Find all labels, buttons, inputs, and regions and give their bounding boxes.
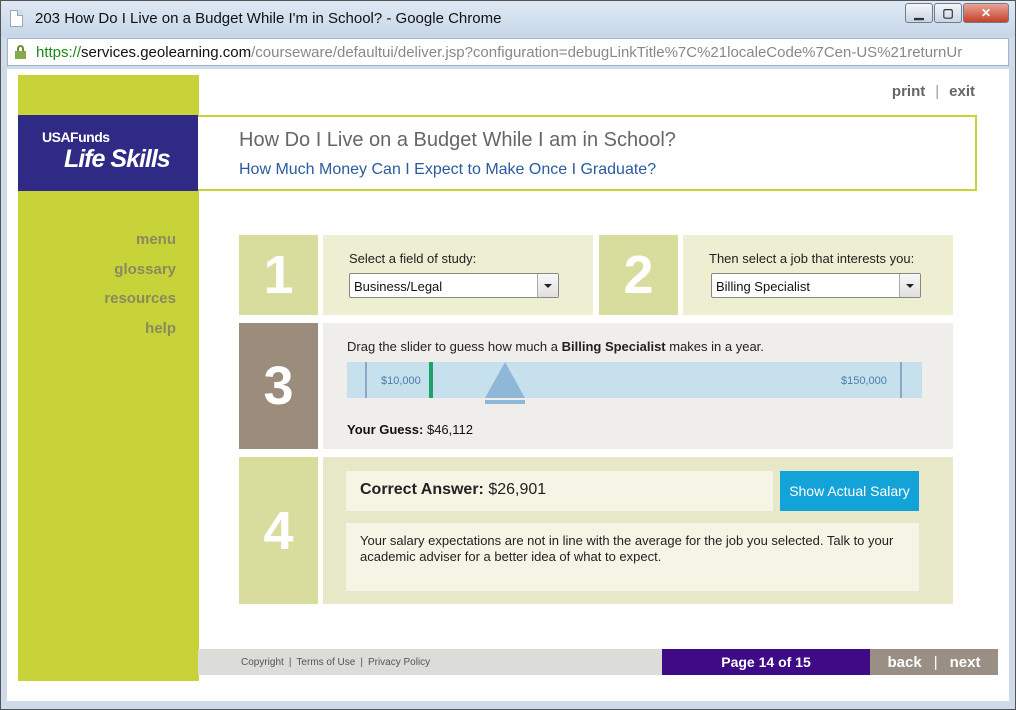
nav-glossary[interactable]: glossary xyxy=(18,259,176,289)
title-bar: 203 How Do I Live on a Budget While I'm … xyxy=(1,1,1015,37)
copyright-link[interactable]: Copyright xyxy=(241,657,284,668)
privacy-link[interactable]: Privacy Policy xyxy=(368,657,430,668)
chevron-down-icon xyxy=(899,274,920,297)
salary-slider[interactable]: $10,000 $150,000 xyxy=(347,362,922,404)
window-title: 203 How Do I Live on a Budget While I'm … xyxy=(35,10,502,27)
step-2-panel: Then select a job that interests you: Bi… xyxy=(683,235,953,315)
job-select[interactable]: Billing Specialist xyxy=(711,273,921,298)
answer-value: $26,901 xyxy=(488,481,547,498)
slider-min-label: $10,000 xyxy=(381,375,421,387)
minimize-button[interactable]: ▁ xyxy=(905,3,933,23)
nav-resources[interactable]: resources xyxy=(18,288,176,318)
exit-link[interactable]: exit xyxy=(949,83,975,100)
field-of-study-select[interactable]: Business/Legal xyxy=(349,273,559,298)
page-navigation: back | next xyxy=(870,649,998,675)
instruction-job: Billing Specialist xyxy=(561,339,666,354)
url-scheme: https:// xyxy=(36,44,82,61)
window-controls: ▁ ▢ ✕ xyxy=(904,3,1009,23)
address-bar[interactable]: https://services.geolearning.com/coursew… xyxy=(7,38,1009,66)
page-indicator: Page 14 of 15 xyxy=(662,649,870,675)
instruction-post: makes in a year. xyxy=(665,339,764,354)
show-actual-salary-button[interactable]: Show Actual Salary xyxy=(780,471,919,511)
nav-help[interactable]: help xyxy=(18,318,176,348)
url-text[interactable]: https://services.geolearning.com/coursew… xyxy=(36,44,1004,61)
correct-answer-marker xyxy=(429,362,433,398)
step-3-panel: Drag the slider to guess how much a Bill… xyxy=(323,323,953,449)
slider-handle[interactable] xyxy=(485,362,525,404)
nav-menu[interactable]: menu xyxy=(18,229,176,259)
close-button[interactable]: ✕ xyxy=(963,3,1009,23)
logo: USAFunds Life Skills xyxy=(18,115,199,191)
step-1-panel: Select a field of study: Business/Legal xyxy=(323,235,593,315)
browser-window: 203 How Do I Live on a Budget While I'm … xyxy=(0,0,1016,710)
footer-links: Copyright | Terms of Use | Privacy Policy xyxy=(241,657,430,668)
page-title: How Do I Live on a Budget While I am in … xyxy=(239,129,676,151)
feedback-text: Your salary expectations are not in line… xyxy=(346,523,919,591)
footer-separator: | xyxy=(288,657,292,668)
field-of-study-value: Business/Legal xyxy=(354,279,443,294)
page-icon xyxy=(10,10,23,27)
step-1-number: 1 xyxy=(239,235,318,315)
left-nav: menu glossary resources help xyxy=(18,229,176,347)
chevron-down-icon xyxy=(537,274,558,297)
step-2-number: 2 xyxy=(599,235,678,315)
page-content: USAFunds Life Skills menu glossary resou… xyxy=(7,69,1009,701)
slider-max-label: $150,000 xyxy=(841,375,887,387)
terms-link[interactable]: Terms of Use xyxy=(296,657,355,668)
correct-answer: Correct Answer: $26,901 xyxy=(346,471,773,511)
url-path: /courseware/defaultui/deliver.jsp?config… xyxy=(251,44,963,61)
slider-min-edge xyxy=(365,362,367,398)
back-button[interactable]: back xyxy=(888,654,922,671)
lock-icon xyxy=(15,45,26,59)
footer: Copyright | Terms of Use | Privacy Policy Pa… xyxy=(198,649,998,675)
step-4-number: 4 xyxy=(239,457,318,604)
page-subtitle: How Much Money Can I Expect to Make Once… xyxy=(239,161,657,178)
top-links: print | exit xyxy=(892,83,975,100)
step-4-panel: Correct Answer: $26,901 Show Actual Sala… xyxy=(323,457,953,604)
instruction-pre: Drag the slider to guess how much a xyxy=(347,339,562,354)
answer-label: Correct Answer: xyxy=(360,481,484,498)
slider-instruction: Drag the slider to guess how much a Bill… xyxy=(347,339,764,354)
your-guess: Your Guess: $46,112 xyxy=(347,422,473,437)
job-value: Billing Specialist xyxy=(716,279,810,294)
guess-value: $46,112 xyxy=(426,422,473,437)
job-label: Then select a job that interests you: xyxy=(709,251,915,266)
triangle-icon xyxy=(485,362,525,398)
footer-separator: | xyxy=(360,657,363,668)
maximize-button[interactable]: ▢ xyxy=(934,3,962,23)
slider-max-edge xyxy=(900,362,902,398)
next-button[interactable]: next xyxy=(950,654,981,671)
print-link[interactable]: print xyxy=(892,83,925,100)
url-host: services.geolearning.com xyxy=(81,44,252,61)
field-of-study-label: Select a field of study: xyxy=(349,251,477,266)
step-3-number: 3 xyxy=(239,323,318,449)
page-header: How Do I Live on a Budget While I am in … xyxy=(198,115,977,191)
guess-label: Your Guess: xyxy=(347,422,424,437)
nav-separator: | xyxy=(933,653,938,671)
logo-life-skills: Life Skills xyxy=(64,145,171,173)
top-links-separator: | xyxy=(935,83,940,100)
logo-usafunds: USAFunds xyxy=(42,129,110,145)
